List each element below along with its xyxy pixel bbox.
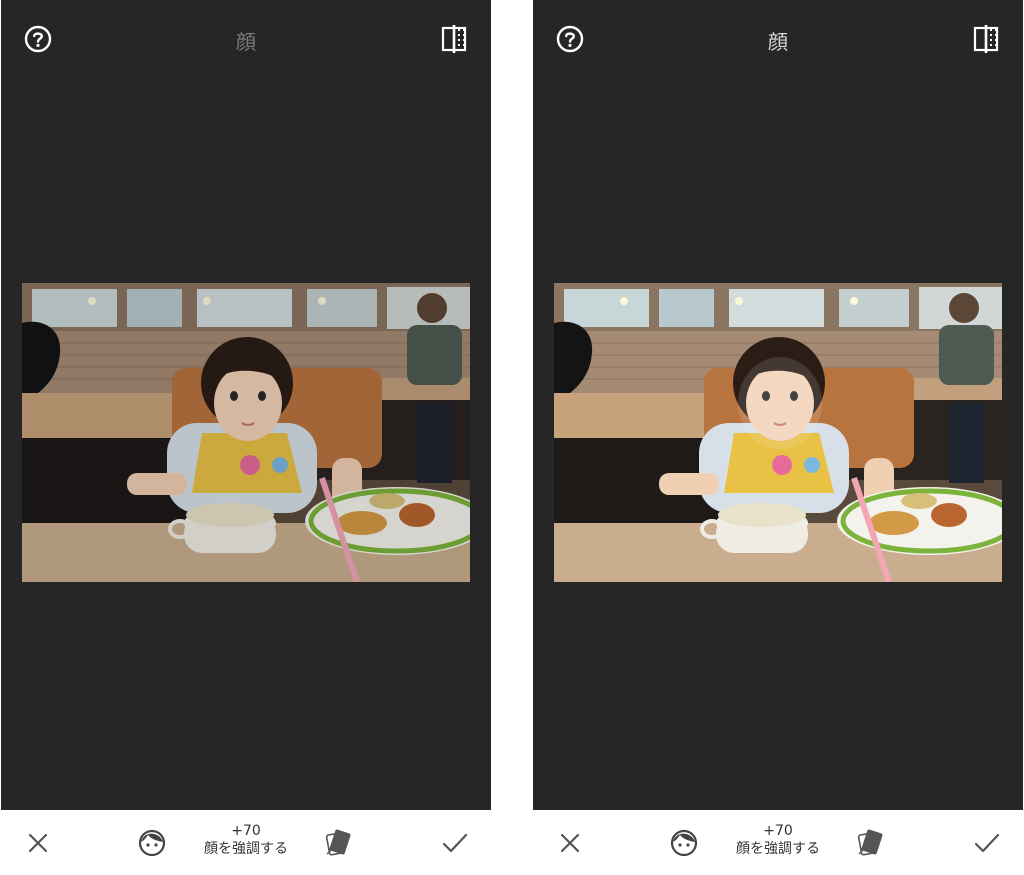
styles-icon[interactable] xyxy=(855,826,887,860)
after-panel: 顔 +70 顔を強調する xyxy=(533,0,1023,875)
adjustment-label: 顔を強調する xyxy=(736,841,820,857)
tool-title: 顔 xyxy=(236,30,256,54)
compare-icon[interactable] xyxy=(439,24,469,54)
bottom-toolbar: +70 顔を強調する xyxy=(1,810,491,875)
photo-preview xyxy=(554,283,1002,582)
adjustment-value: +70 xyxy=(231,823,261,839)
before-panel: 顔 +70 顔を強調する xyxy=(1,0,491,875)
editor-screen: 顔 xyxy=(1,0,491,810)
adjustment-readout[interactable]: +70 顔を強調する xyxy=(713,822,843,858)
close-icon[interactable] xyxy=(557,830,583,856)
adjustment-label: 顔を強調する xyxy=(204,841,288,857)
adjustment-value: +70 xyxy=(763,823,793,839)
photo-preview xyxy=(22,283,470,582)
close-icon[interactable] xyxy=(25,830,51,856)
adjustment-readout[interactable]: +70 顔を強調する xyxy=(181,822,311,858)
tool-title: 顔 xyxy=(768,30,788,54)
editor-screen: 顔 xyxy=(533,0,1023,810)
top-toolbar: 顔 xyxy=(1,0,491,78)
styles-icon[interactable] xyxy=(323,826,355,860)
comparison-stage: 顔 +70 顔を強調する 顔 +70 顔を強調する xyxy=(0,0,1024,875)
check-icon[interactable] xyxy=(441,830,469,856)
compare-icon[interactable] xyxy=(971,24,1001,54)
face-icon[interactable] xyxy=(137,828,167,858)
check-icon[interactable] xyxy=(973,830,1001,856)
face-icon[interactable] xyxy=(669,828,699,858)
top-toolbar: 顔 xyxy=(533,0,1023,78)
bottom-toolbar: +70 顔を強調する xyxy=(533,810,1023,875)
